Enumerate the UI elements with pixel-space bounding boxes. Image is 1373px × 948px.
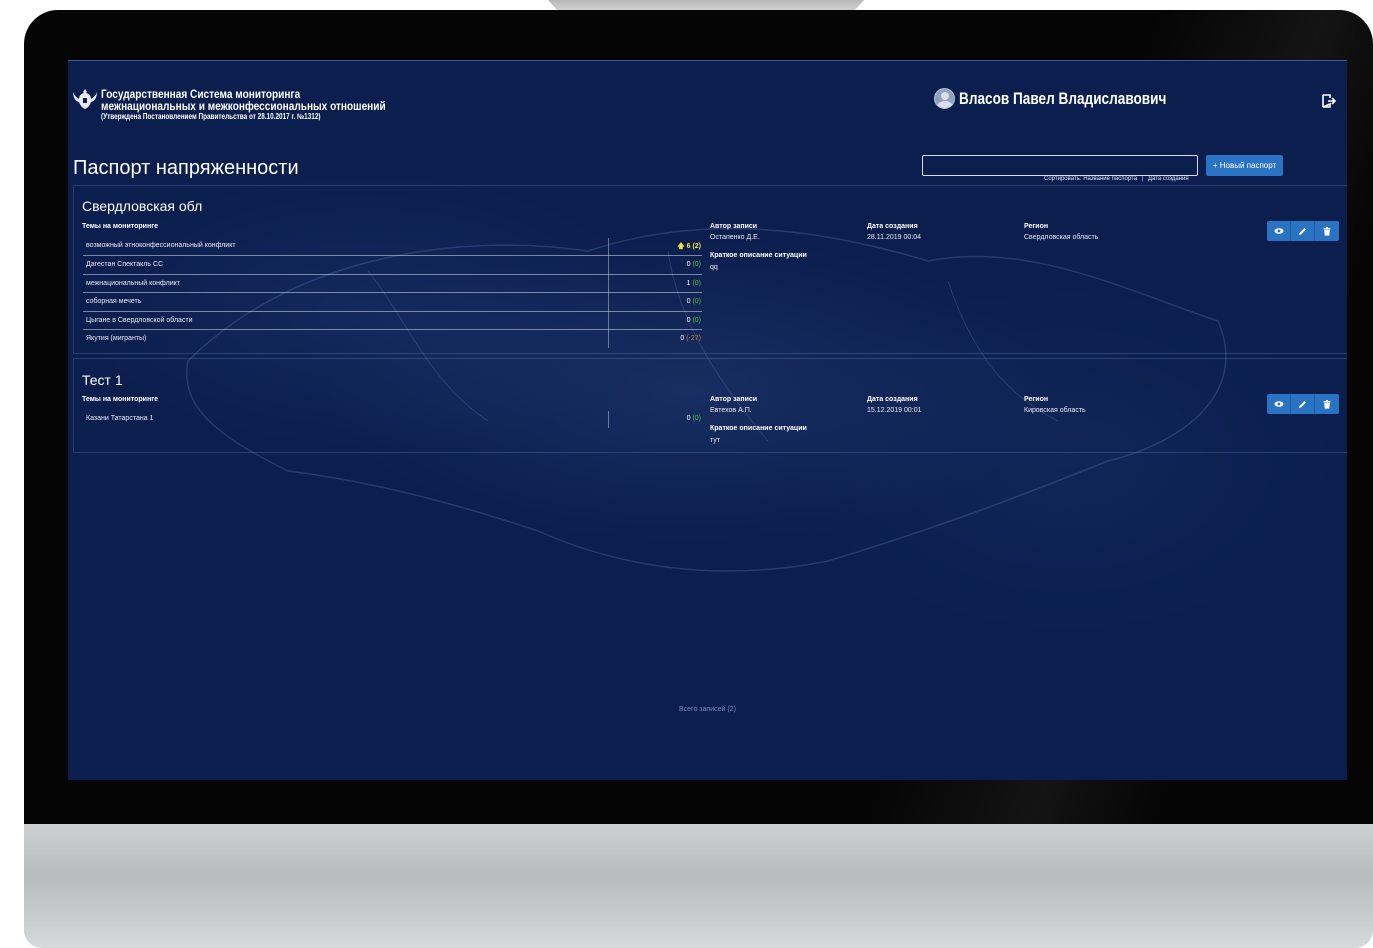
topic-name: Казани Татарстана 1 xyxy=(86,415,154,422)
sort-separator: | xyxy=(1141,176,1144,182)
emblem-icon xyxy=(73,89,97,109)
author-label: Автор записи xyxy=(710,396,758,403)
region-value: Кировская область xyxy=(1024,407,1086,414)
topic-name: Якутия (мигранты) xyxy=(86,335,147,342)
card-actions xyxy=(1267,394,1339,414)
card-actions xyxy=(1267,221,1339,241)
topic-name: межнациональный конфликт xyxy=(86,279,180,287)
topic-delta: (0) xyxy=(692,316,701,324)
sort-bar: Сортировать: Название паспорта | Дата со… xyxy=(1044,176,1189,182)
pencil-icon xyxy=(1299,400,1306,408)
created-label: Дата создания xyxy=(867,223,918,230)
created-label: Дата создания xyxy=(867,396,918,403)
topic-name: Дагестан Спектакль СС xyxy=(86,261,164,268)
trash-icon xyxy=(1323,226,1331,236)
topic-count: 0 xyxy=(686,415,691,422)
topic-value: 0 (0) xyxy=(687,298,701,305)
user-profile[interactable]: Власов Павел Владиславович xyxy=(934,88,1218,109)
org-title-line2: межнациональных и межконфессиональных от… xyxy=(101,99,386,113)
author-value: Остапенко Д.Е. xyxy=(710,234,760,241)
topic-count: 0 xyxy=(686,261,691,268)
region-label: Регион xyxy=(1024,396,1049,403)
topic-value: 0 (-27) xyxy=(680,335,701,342)
summary-value: qq xyxy=(710,264,718,271)
eye-icon xyxy=(1274,228,1283,234)
edit-button[interactable] xyxy=(1291,221,1315,241)
passport-title[interactable]: Свердловская обл xyxy=(82,198,202,214)
topic-row[interactable]: межнациональный конфликт 1 (0) xyxy=(83,275,702,293)
topic-row[interactable]: Казани Татарстана 1 0 (0) xyxy=(83,410,702,429)
org-title-decree: (Утверждена Постановлением Правительства… xyxy=(101,112,321,121)
topic-delta: (2) xyxy=(692,243,701,250)
view-button[interactable] xyxy=(1267,394,1291,414)
topic-count: 1 xyxy=(686,279,691,287)
search-input[interactable] xyxy=(922,155,1198,176)
edit-button[interactable] xyxy=(1291,394,1315,414)
logout-icon[interactable] xyxy=(1321,93,1337,109)
summary-label: Краткое описание ситуации xyxy=(710,425,807,432)
sort-by-date-link[interactable]: Дата создания xyxy=(1148,176,1189,182)
topic-name: возможный этноконфессиональный конфликт xyxy=(86,242,236,249)
sort-label: Сортировать: xyxy=(1044,176,1082,182)
topic-count: 6 xyxy=(686,243,691,250)
topics-label: Темы на мониторинге xyxy=(82,223,159,230)
view-button[interactable] xyxy=(1267,221,1291,241)
delete-button[interactable] xyxy=(1315,394,1339,414)
topic-row[interactable]: возможный этноконфессиональный конфликт … xyxy=(83,237,702,256)
organization-title: Государственная Система мониторинга межн… xyxy=(101,88,440,122)
topic-row[interactable]: Цыгане в Свердловской области 0 (0) xyxy=(83,312,702,330)
author-value: Евтехов А.П. xyxy=(710,407,752,414)
total-records: Всего записей (2) xyxy=(679,706,736,713)
topic-count: 0 xyxy=(686,316,691,324)
topic-row[interactable]: Якутия (мигранты) 0 (-27) xyxy=(83,330,702,349)
topic-count: 0 xyxy=(686,298,691,305)
topic-value: 0 (0) xyxy=(687,415,701,422)
created-value: 28.11.2019 00:04 xyxy=(867,234,921,241)
monitor-chin xyxy=(24,824,1373,948)
topics-label: Темы на мониторинге xyxy=(82,396,159,403)
topic-delta: (0) xyxy=(692,415,701,422)
created-value: 15.12.2019 00:01 xyxy=(867,407,922,414)
topic-name: соборная мечеть xyxy=(86,298,142,305)
region-label: Регион xyxy=(1024,223,1049,230)
region-value: Свердловская область xyxy=(1024,234,1099,241)
topic-row[interactable]: соборная мечеть 0 (0) xyxy=(83,293,702,312)
topic-count: 0 xyxy=(680,335,685,342)
delete-button[interactable] xyxy=(1315,221,1339,241)
topic-delta: (0) xyxy=(692,279,701,287)
author-label: Автор записи xyxy=(710,223,758,230)
trash-icon xyxy=(1323,399,1331,409)
topic-row[interactable]: Дагестан Спектакль СС 0 (0) xyxy=(83,256,702,275)
passport-card: Свердловская обл Темы на мониторинге воз… xyxy=(73,185,1347,354)
topic-value: 🡅 6 (2) xyxy=(677,242,701,253)
avatar-icon xyxy=(934,88,955,109)
summary-value: тут xyxy=(710,437,720,444)
topic-value: 1 (0) xyxy=(687,280,701,287)
summary-label: Краткое описание ситуации xyxy=(710,252,807,259)
eye-icon xyxy=(1274,401,1283,407)
new-passport-button[interactable]: + Новый паспорт xyxy=(1206,155,1283,176)
topic-delta: (0) xyxy=(692,298,701,305)
page-title: Паспорт напряженности xyxy=(73,157,299,179)
passport-card: Тест 1 Темы на мониторинге Казани Татарс… xyxy=(73,358,1347,453)
topic-delta: (-27) xyxy=(686,335,701,342)
user-name: Власов Павел Владиславович xyxy=(959,88,1167,108)
arrow-up-icon: 🡅 xyxy=(677,243,685,250)
sort-by-name-link[interactable]: Название паспорта xyxy=(1083,176,1137,182)
passport-title[interactable]: Тест 1 xyxy=(82,372,123,388)
topic-value: 0 (0) xyxy=(687,317,701,324)
pencil-icon xyxy=(1299,227,1306,235)
topic-delta: (0) xyxy=(692,261,701,268)
app-screen: Государственная Система мониторинга межн… xyxy=(68,60,1347,780)
topic-name: Цыгане в Свердловской области xyxy=(86,316,193,324)
topic-value: 0 (0) xyxy=(687,261,701,268)
